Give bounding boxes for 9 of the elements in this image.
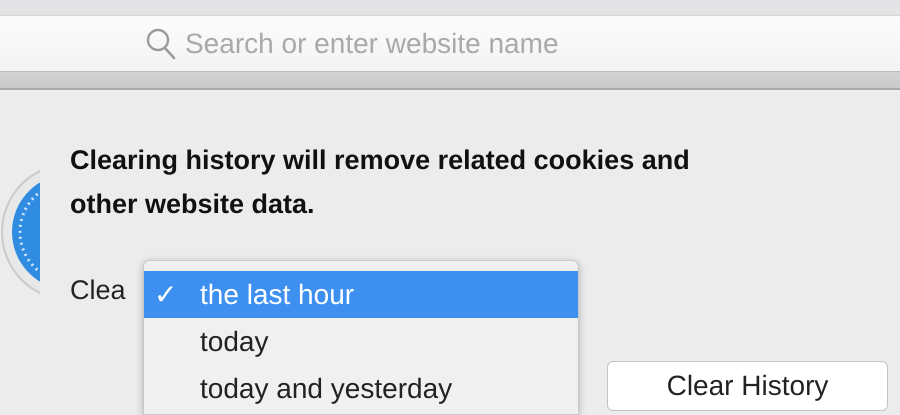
menu-item[interactable]: today and yesterday [144, 365, 578, 412]
search-icon [145, 26, 177, 60]
checkmark: ✓ [154, 278, 177, 310]
menu-item[interactable]: today [144, 318, 578, 365]
clear-history-button[interactable]: Clear History [607, 361, 888, 411]
clear-label: Clea [70, 275, 126, 305]
address-bar[interactable]: Search or enter website name [0, 15, 900, 72]
warning-message: Clearing history will remove related cookies and other website data. [70, 144, 691, 221]
address-field[interactable]: Search or enter website name [185, 22, 785, 64]
